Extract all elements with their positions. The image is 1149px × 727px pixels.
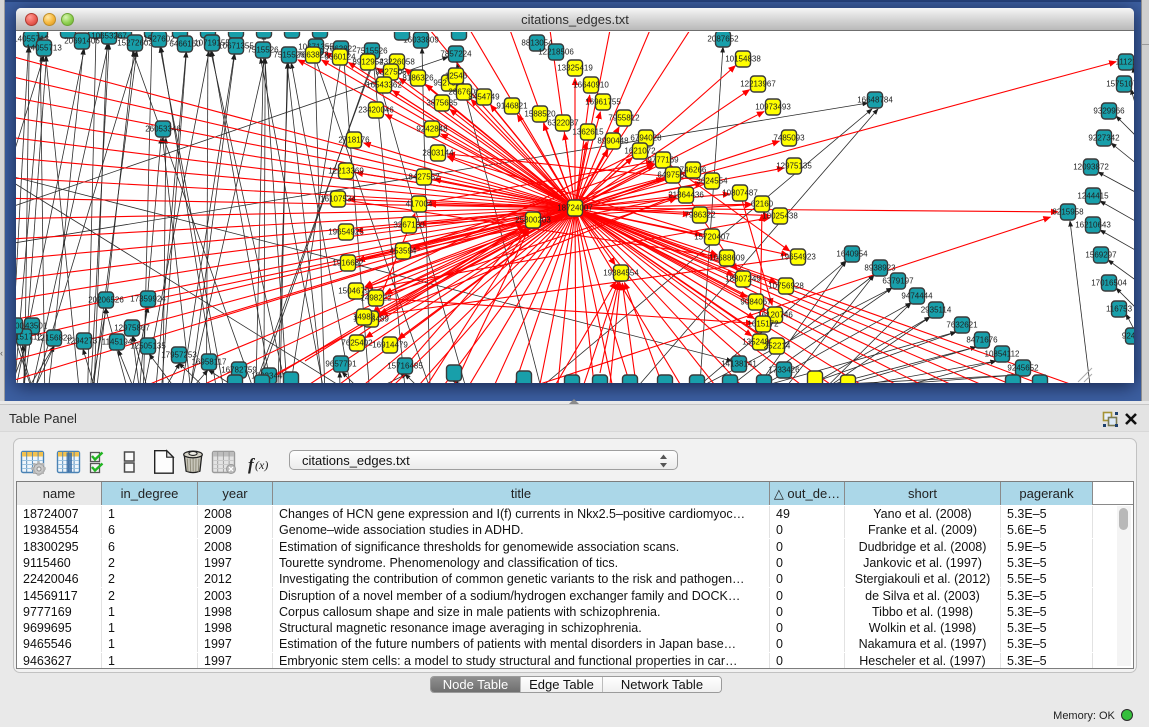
svg-text:12546: 12546: [445, 72, 468, 81]
svg-text:23420046: 23420046: [358, 106, 394, 115]
svg-text:5100: 5100: [16, 322, 24, 331]
svg-text:92450: 92450: [1122, 332, 1134, 341]
svg-text:12975867: 12975867: [114, 324, 150, 333]
svg-text:417004: 417004: [406, 200, 433, 209]
svg-text:6379197: 6379197: [882, 277, 914, 286]
svg-text:1640954: 1640954: [836, 250, 868, 259]
svg-text:8471676: 8471676: [966, 336, 998, 345]
svg-text:9227342: 9227342: [1088, 134, 1120, 143]
svg-text:1498222: 1498222: [360, 294, 392, 303]
svg-text:12505135: 12505135: [130, 342, 166, 351]
svg-text:9660124: 9660124: [324, 53, 356, 62]
svg-text:9474444: 9474444: [901, 292, 933, 301]
svg-text:9084067: 9084067: [740, 298, 772, 307]
svg-text:12218506: 12218506: [538, 48, 574, 57]
svg-text:21364436: 21364436: [668, 191, 704, 200]
svg-text:14055713: 14055713: [26, 44, 62, 53]
svg-text:17359924: 17359924: [130, 295, 166, 304]
svg-text:12213967: 12213967: [740, 80, 776, 89]
svg-text:14138141: 14138141: [721, 360, 757, 369]
svg-text:20206526: 20206526: [88, 296, 124, 305]
svg-text:8427552: 8427552: [408, 173, 440, 182]
svg-text:9242848: 9242848: [416, 125, 448, 134]
svg-text:1244415: 1244415: [1077, 192, 1109, 201]
svg-text:2087652: 2087652: [707, 35, 739, 44]
svg-text:7857224: 7857224: [440, 50, 472, 59]
svg-text:19654925: 19654925: [328, 228, 364, 237]
svg-text:15716485: 15716485: [387, 362, 423, 371]
svg-text:16961755: 16961755: [585, 98, 621, 107]
svg-text:3624554: 3624554: [696, 177, 728, 186]
svg-text:(x): (x): [255, 458, 268, 472]
svg-text:25300203: 25300203: [515, 216, 551, 225]
svg-text:1569297: 1569297: [1085, 251, 1117, 260]
svg-text:12975135: 12975135: [776, 162, 812, 171]
svg-text:8454749: 8454749: [468, 93, 500, 102]
svg-text:10154838: 10154838: [725, 55, 761, 64]
svg-text:12942737: 12942737: [66, 337, 102, 346]
svg-text:9657791: 9657791: [325, 360, 357, 369]
svg-text:453594: 453594: [390, 247, 417, 256]
svg-text:7632621: 7632621: [946, 321, 978, 330]
svg-text:10688609: 10688609: [709, 254, 745, 263]
svg-text:12213369: 12213369: [328, 167, 364, 176]
svg-text:15751074: 15751074: [1106, 80, 1134, 89]
svg-text:14982: 14982: [353, 313, 376, 322]
svg-text:746266: 746266: [680, 166, 707, 175]
svg-text:17016504: 17016504: [1091, 279, 1127, 288]
svg-text:16640910: 16640910: [573, 81, 609, 90]
svg-text:16648784: 16648784: [857, 96, 893, 105]
svg-text:26053346: 26053346: [145, 125, 181, 134]
svg-text:10756928: 10756928: [768, 282, 804, 291]
svg-text:2803144: 2803144: [422, 149, 454, 158]
svg-text:2935114: 2935114: [921, 306, 952, 315]
svg-text:11121: 11121: [1115, 58, 1134, 67]
svg-text:18807249: 18807249: [725, 275, 761, 284]
svg-text:15720407: 15720407: [694, 233, 730, 242]
svg-text:9777169: 9777169: [647, 156, 679, 165]
svg-text:3267130: 3267130: [393, 221, 425, 230]
svg-text:1145194: 1145194: [102, 338, 133, 347]
svg-text:7955812: 7955812: [608, 114, 640, 123]
svg-text:6322037: 6322037: [547, 119, 579, 128]
svg-text:1362615: 1362615: [572, 128, 604, 137]
svg-text:12093872: 12093872: [1073, 163, 1109, 172]
svg-text:1733426: 1733426: [768, 366, 800, 375]
svg-text:8938923: 8938923: [864, 264, 896, 273]
svg-text:252214: 252214: [764, 342, 791, 351]
svg-text:13325419: 13325419: [557, 64, 593, 73]
svg-text:1615172: 1615172: [747, 320, 779, 329]
svg-text:18724007: 18724007: [557, 204, 593, 213]
svg-text:19384554: 19384554: [603, 269, 639, 278]
svg-text:16914479: 16914479: [372, 341, 408, 350]
svg-text:7986322: 7986322: [684, 211, 716, 220]
svg-text:8990448: 8990448: [597, 137, 629, 146]
svg-text:116753: 116753: [1106, 305, 1133, 314]
svg-text:1621072: 1621072: [624, 147, 656, 156]
svg-text:16107534: 16107534: [320, 195, 356, 204]
svg-text:19654923: 19654923: [780, 253, 816, 262]
svg-text:1588520: 1588520: [524, 110, 556, 119]
svg-text:10973493: 10973493: [755, 103, 791, 112]
svg-text:2718176: 2718176: [338, 136, 370, 145]
svg-text:8186326: 8186326: [402, 74, 434, 83]
svg-text:9245652: 9245652: [1007, 364, 1039, 373]
svg-text:16543362: 16543362: [366, 81, 402, 90]
svg-text:9146821: 9146821: [496, 102, 528, 111]
svg-text:9329966: 9329966: [1093, 107, 1125, 116]
svg-text:3875685: 3875685: [426, 99, 458, 108]
svg-text:1916682: 1916682: [332, 259, 364, 268]
svg-text:16210643: 16210643: [1075, 221, 1111, 230]
svg-text:6794028: 6794028: [630, 134, 662, 143]
svg-text:10854112: 10854112: [985, 350, 1021, 359]
svg-text:62160: 62160: [751, 200, 774, 209]
svg-text:8215958: 8215958: [1052, 208, 1084, 217]
svg-text:10025438: 10025438: [762, 212, 798, 221]
svg-text:10807487: 10807487: [722, 189, 758, 198]
svg-text:7625402: 7625402: [341, 339, 373, 348]
svg-text:7485093: 7485093: [773, 134, 805, 143]
